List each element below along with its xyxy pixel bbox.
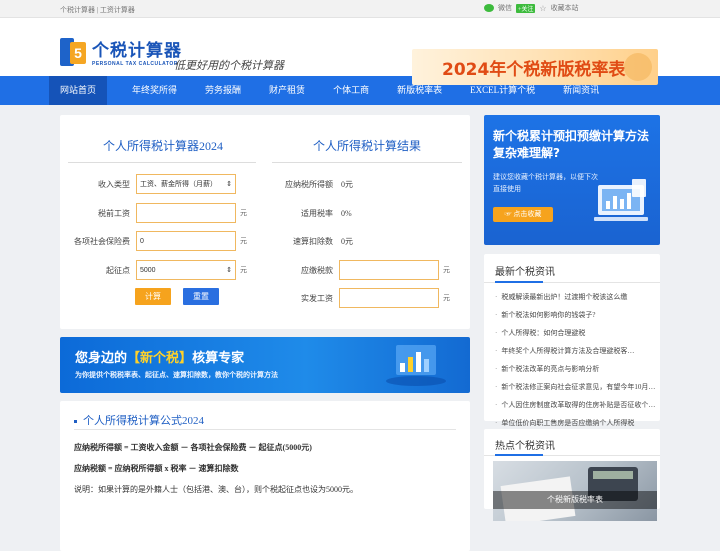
news-item[interactable]: 新个税法改革的亮点与影响分析 — [495, 360, 655, 378]
insurance-input[interactable]: 0 — [136, 231, 236, 251]
logo-subtitle: PERSONAL TAX CALCULATOR — [92, 61, 178, 67]
tax-unit: 元 — [443, 266, 450, 274]
deduction-label: 速算扣除数 — [293, 236, 333, 246]
follow-button[interactable]: +关注 — [516, 3, 536, 13]
top-bar: 个税计算器 | 工资计算器 微信 +关注 ☆ 收藏本站 — [0, 0, 720, 18]
bookmark-button[interactable]: ☞ 点击收藏 — [493, 207, 553, 222]
promo-title: 您身边的【新个税】核算专家 — [75, 351, 245, 366]
news-item[interactable]: 新个税法如何影响你的钱袋子? — [495, 306, 655, 324]
nav-bonus[interactable]: 年终奖所得 — [107, 76, 191, 105]
news-item[interactable]: 年终奖个人所得税计算方法及合理避税客… — [495, 342, 655, 360]
formula-note: 说明：如果计算的是外籍人士（包括港、澳、台），则个税起征点也设为5000元。 — [74, 485, 358, 494]
site-logo[interactable]: 5 个税计算器 PERSONAL TAX CALCULATOR — [60, 36, 182, 67]
hot-news-title: 热点个税资讯 — [495, 441, 555, 452]
promo-banner[interactable]: 您身边的【新个税】核算专家 为你提供个税税率表、起征点、速算扣除数，教你个税的计… — [60, 337, 470, 393]
news-item[interactable]: 个人因住房制度改革取得的住房补贴是否征收个… — [495, 396, 655, 414]
formula-panel: 个人所得税计算公式2024 应纳税所得额 = 工资收入金额 － 各项社会保险费 … — [60, 401, 470, 551]
wechat-icon — [484, 4, 494, 12]
banner-text: 2024年个税新版税率表 — [442, 60, 626, 80]
nav-labor[interactable]: 劳务报酬 — [191, 76, 255, 105]
hot-news: 热点个税资讯 个税新版税率表 — [484, 429, 660, 521]
reset-button[interactable]: 重置 — [183, 288, 219, 305]
income-type-row: 收入类型 工资、薪金所得（月薪） ⇕ — [60, 174, 236, 194]
insurance-label: 各项社会保险费 — [74, 236, 130, 246]
salary-row: 税前工资 元 — [60, 203, 247, 223]
formula-title: 个人所得税计算公式2024 — [74, 412, 204, 428]
insurance-row: 各项社会保险费 0 元 — [60, 231, 247, 251]
tax-output — [339, 260, 439, 280]
computer-illustration-icon — [594, 179, 648, 221]
tax-label: 应缴税款 — [301, 265, 333, 275]
header-banner[interactable]: 2024年个税新版税率表 — [412, 49, 658, 85]
result-title: 个人所得税计算结果 — [312, 139, 421, 153]
hot-news-caption[interactable]: 个税新版税率表 — [493, 491, 657, 509]
chevron-down-icon: ⇕ — [226, 181, 232, 188]
nav-home[interactable]: 网站首页 — [49, 76, 108, 105]
favorite-link[interactable]: 收藏本站 — [551, 3, 579, 13]
banner-decoration — [624, 53, 652, 81]
news-item[interactable]: 个人所得税：如何合理避税 — [495, 324, 655, 342]
rate-value: 0% — [341, 208, 352, 218]
news-item[interactable]: 新个税法修正案向社会征求意见，有望今年10月… — [495, 378, 655, 396]
analytics-illustration-icon — [386, 345, 446, 386]
formula-tax: 应纳税额 = 应纳税所得额 x 税率 － 速算扣除数 — [74, 464, 239, 473]
ad-title: 新个税累计预扣预缴计算方法复杂难理解? — [493, 129, 650, 160]
slogan: 低更好用的个税计算器 — [174, 59, 284, 72]
rate-row: 适用税率 0% — [263, 203, 352, 223]
calculate-button[interactable]: 计算 — [135, 288, 171, 305]
insurance-unit: 元 — [240, 237, 247, 245]
threshold-select[interactable]: 5000 ⇕ — [136, 260, 236, 280]
top-links[interactable]: 个税计算器 | 工资计算器 — [60, 5, 135, 15]
salary-input[interactable] — [136, 203, 236, 223]
deduction-row: 速算扣除数 0元 — [263, 231, 353, 251]
income-type-label: 收入类型 — [98, 179, 130, 189]
net-label: 实发工资 — [301, 293, 333, 303]
deduction-value: 0元 — [341, 236, 353, 246]
header: 5 个税计算器 PERSONAL TAX CALCULATOR 低更好用的个税计… — [0, 18, 720, 85]
side-ad[interactable]: 新个税累计预扣预缴计算方法复杂难理解? 建议您收藏个税计算器，以便下次直接使用 … — [484, 115, 660, 245]
nav-rental[interactable]: 财产租赁 — [255, 76, 319, 105]
calculator-title: 个人所得税计算器2024 — [102, 139, 223, 153]
nav-business[interactable]: 个体工商 — [319, 76, 383, 105]
ad-subtitle: 建议您收藏个税计算器，以便下次直接使用 — [493, 173, 598, 193]
salary-label: 税前工资 — [98, 208, 130, 218]
rate-label: 适用税率 — [301, 208, 333, 218]
threshold-label: 起征点 — [106, 265, 130, 275]
income-type-select[interactable]: 工资、薪金所得（月薪） ⇕ — [136, 174, 236, 194]
wechat-label: 微信 — [498, 4, 512, 12]
taxable-value: 0元 — [341, 179, 353, 189]
promo-subtitle: 为你提供个税税率表、起征点、速算扣除数，教你个税的计算方法 — [75, 371, 278, 379]
chevron-down-icon: ⇕ — [226, 267, 232, 274]
latest-news-title: 最新个税资讯 — [495, 267, 555, 278]
tax-calculator: 个人所得税计算器2024 个人所得税计算结果 收入类型 工资、薪金所得（月薪） ⇕… — [60, 115, 470, 329]
threshold-unit: 元 — [240, 266, 247, 274]
tax-row: 应缴税款 元 — [263, 260, 450, 280]
taxable-label: 应纳税所得额 — [285, 179, 333, 189]
logo-icon: 5 — [60, 37, 88, 66]
net-row: 实发工资 元 — [263, 288, 450, 308]
net-unit: 元 — [443, 294, 450, 302]
top-right: 微信 +关注 ☆ 收藏本站 — [484, 3, 660, 13]
star-icon: ☆ — [539, 3, 547, 13]
formula-taxable: 应纳税所得额 = 工资收入金额 － 各项社会保险费 － 起征点(5000元) — [74, 443, 312, 452]
logo-title: 个税计算器 — [92, 41, 182, 61]
latest-news: 最新个税资讯 税威解读最新出炉！过渡期个税该这么缴 新个税法如何影响你的钱袋子?… — [484, 254, 660, 427]
taxable-row: 应纳税所得额 0元 — [263, 174, 353, 194]
salary-unit: 元 — [240, 209, 247, 217]
news-item[interactable]: 税威解读最新出炉！过渡期个税该这么缴 — [495, 288, 655, 306]
threshold-row: 起征点 5000 ⇕ 元 — [60, 260, 247, 280]
net-output — [339, 288, 439, 308]
